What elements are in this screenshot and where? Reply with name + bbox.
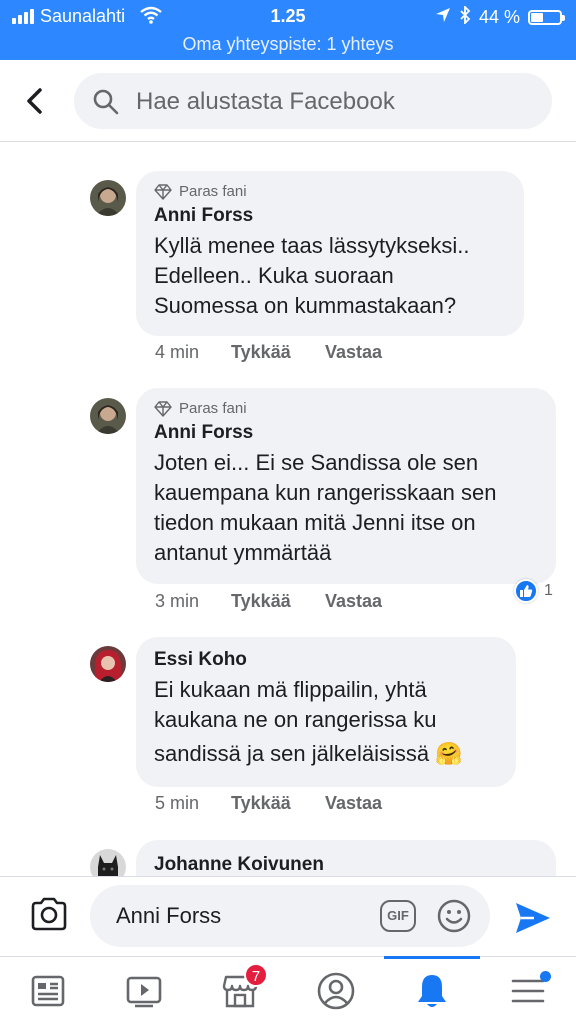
notification-badge: 7 bbox=[244, 963, 268, 987]
avatar[interactable] bbox=[90, 180, 126, 216]
battery-icon bbox=[528, 10, 565, 25]
hotspot-banner[interactable]: Oma yhteyspiste: 1 yhteys bbox=[0, 34, 576, 55]
comment-input[interactable]: Anni Forss GIF bbox=[90, 885, 490, 947]
like-button[interactable]: Tykkää bbox=[231, 793, 325, 814]
comment-line: kauempana kun rangerisskaan sen bbox=[154, 480, 497, 505]
tab-marketplace[interactable]: 7 bbox=[192, 957, 288, 1024]
tab-watch[interactable] bbox=[96, 957, 192, 1024]
comment-line: Edelleen.. Kuka suoraan bbox=[154, 263, 394, 288]
comment-bubble[interactable]: Paras fani Anni Forss Joten ei... Ei se … bbox=[136, 388, 556, 584]
diamond-icon bbox=[154, 400, 172, 417]
comment-input-value: Anni Forss bbox=[116, 903, 222, 928]
tab-notifications[interactable] bbox=[384, 956, 480, 1024]
search-input[interactable]: Hae alustasta Facebook bbox=[74, 73, 552, 129]
comment-time[interactable]: 5 min bbox=[155, 793, 231, 814]
like-button[interactable]: Tykkää bbox=[231, 591, 325, 612]
notifications-icon bbox=[418, 975, 446, 1007]
comment-author[interactable]: Essi Koho bbox=[154, 649, 498, 671]
comment-line: Joten ei... Ei se Sandissa ole sen bbox=[154, 450, 479, 475]
back-button[interactable] bbox=[20, 84, 50, 118]
avatar[interactable] bbox=[90, 646, 126, 682]
gif-icon[interactable]: GIF bbox=[380, 900, 416, 932]
comment-actions: 4 min Tykkää Vastaa bbox=[155, 342, 382, 363]
comment-author[interactable]: Anni Forss bbox=[154, 205, 506, 227]
status-bar: Saunalahti 1.25 44 % Oma yhteyspiste: 1 … bbox=[0, 0, 576, 60]
avatar[interactable] bbox=[90, 849, 126, 876]
like-button[interactable]: Tykkää bbox=[231, 342, 325, 363]
watch-icon bbox=[126, 976, 162, 1008]
comment-text: Ei kukaan mä flippailin, yhtä kaukana ne… bbox=[154, 675, 498, 769]
send-icon bbox=[516, 903, 550, 933]
reaction-summary[interactable]: 1 bbox=[514, 579, 553, 603]
comment-author[interactable]: Anni Forss bbox=[154, 422, 538, 444]
diamond-icon bbox=[154, 183, 172, 200]
comment-text: Joten ei... Ei se Sandissa ole sen kauem… bbox=[154, 448, 538, 568]
top-fan-badge: Paras fani bbox=[154, 183, 506, 200]
comment-text: Kyllä menee taas lässytykseksi.. Edellee… bbox=[154, 231, 506, 321]
send-button[interactable] bbox=[514, 901, 552, 940]
comment-actions: 5 min Tykkää Vastaa bbox=[155, 793, 382, 814]
location-icon bbox=[435, 7, 451, 28]
search-icon bbox=[92, 88, 120, 121]
badge-label: Paras fani bbox=[179, 183, 247, 200]
comment-bubble[interactable]: Essi Koho Ei kukaan mä flippailin, yhtä … bbox=[136, 637, 516, 787]
emoji-icon[interactable] bbox=[436, 898, 472, 939]
comment-line: antanut ymmärtää bbox=[154, 540, 332, 565]
profile-icon bbox=[317, 972, 355, 1010]
tab-news-feed[interactable] bbox=[0, 957, 96, 1024]
top-fan-badge: Paras fani bbox=[154, 400, 538, 417]
comment-bubble[interactable]: Johanne Koivunen bbox=[136, 840, 556, 876]
comment-line: tiedon mukaan mitä Jenni itse on bbox=[154, 510, 476, 535]
comment-actions: 3 min Tykkää Vastaa bbox=[155, 591, 382, 612]
reply-button[interactable]: Vastaa bbox=[325, 342, 382, 363]
comment-list: Paras fani Anni Forss Kyllä menee taas l… bbox=[0, 143, 576, 876]
battery-percent: 44 % bbox=[478, 7, 520, 27]
tab-bar: 7 bbox=[0, 956, 576, 1024]
bluetooth-icon bbox=[459, 4, 471, 29]
avatar[interactable] bbox=[90, 398, 126, 434]
comment-line: Kyllä menee taas lässytykseksi.. bbox=[154, 233, 470, 258]
comment-line: sandissä ja sen jälkeläisissä 🤗 bbox=[154, 741, 463, 766]
badge-label: Paras fani bbox=[179, 400, 247, 417]
like-reaction-icon bbox=[514, 579, 538, 603]
comment-bubble[interactable]: Paras fani Anni Forss Kyllä menee taas l… bbox=[136, 171, 524, 336]
comment-composer: Anni Forss GIF bbox=[0, 876, 576, 956]
news-feed-icon bbox=[31, 975, 65, 1007]
comment-line: Ei kukaan mä flippailin, yhtä bbox=[154, 677, 427, 702]
comment-time[interactable]: 4 min bbox=[155, 342, 231, 363]
reply-button[interactable]: Vastaa bbox=[325, 793, 382, 814]
camera-icon bbox=[31, 897, 67, 931]
reaction-count: 1 bbox=[544, 582, 553, 599]
comment-line: kaukana ne on rangerissa ku bbox=[154, 707, 437, 732]
tab-profile[interactable] bbox=[288, 957, 384, 1024]
search-header: Hae alustasta Facebook bbox=[0, 60, 576, 142]
back-icon bbox=[27, 88, 42, 114]
comment-author[interactable]: Johanne Koivunen bbox=[154, 854, 538, 876]
comment-time[interactable]: 3 min bbox=[155, 591, 231, 612]
search-placeholder: Hae alustasta Facebook bbox=[136, 88, 395, 115]
tab-menu[interactable] bbox=[480, 957, 576, 1024]
menu-indicator-dot bbox=[540, 971, 551, 982]
comment-line: Suomessa on kummastakaan? bbox=[154, 293, 457, 318]
reply-button[interactable]: Vastaa bbox=[325, 591, 382, 612]
menu-icon bbox=[511, 979, 545, 1003]
camera-button[interactable] bbox=[30, 897, 68, 936]
